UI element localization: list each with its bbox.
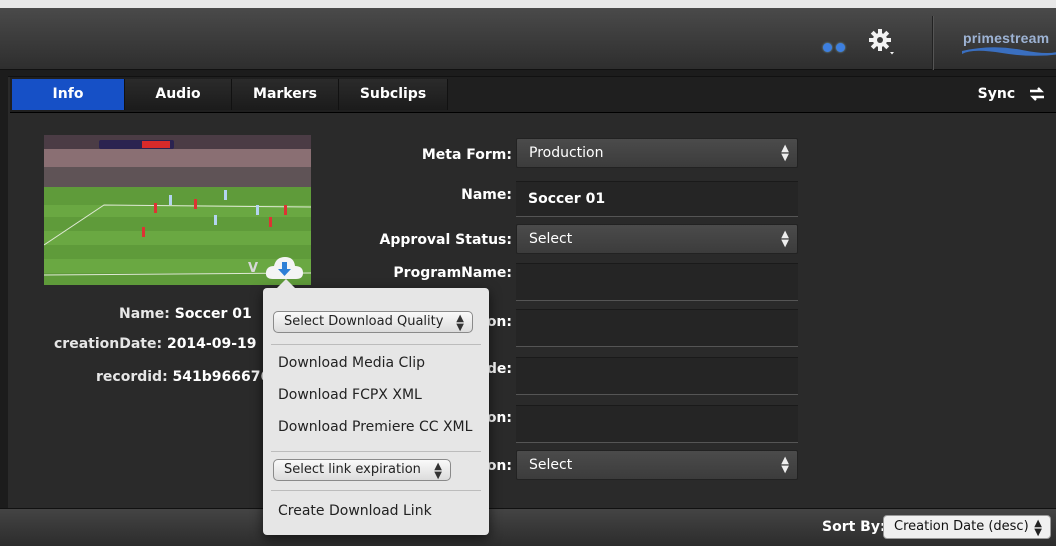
download-premiere-xml-item[interactable]: Download Premiere CC XML [278,419,472,435]
recordid-label: recordid: [96,369,168,385]
creation-date-label: creationDate: [54,336,163,352]
program-name-label: ProgramName: [393,265,512,281]
program-name-field[interactable] [516,263,798,301]
tab-markers[interactable]: Markers [232,79,339,110]
select-arrows-icon: ▲ ▼ [434,461,442,481]
brand-swoosh-icon [962,47,1056,56]
last-select-value: Select [529,457,573,473]
recordid-row: recordid: 541b966676 [96,369,270,385]
meta-form-value: Production [529,145,604,161]
sync-icon [1030,87,1044,101]
download-media-clip-item[interactable]: Download Media Clip [278,355,425,371]
tab-audio[interactable]: Audio [125,79,232,110]
asset-name-value: Soccer 01 [174,306,252,322]
toolbar-divider [932,16,934,70]
last-select[interactable]: Select ▲ ▼ [516,450,798,480]
gear-icon[interactable] [868,28,896,56]
creation-date-value: 2014-09-19 [166,336,257,352]
name-field[interactable]: Soccer 01 [516,181,798,217]
download-fcpx-xml-item[interactable]: Download FCPX XML [278,387,422,403]
popover-divider [271,344,481,345]
meta-form-select[interactable]: Production ▲ ▼ [516,138,798,168]
text-field-4[interactable] [516,309,798,347]
top-toolbar: primestream [0,0,1056,70]
sort-by-label: Sort By: [822,519,886,535]
select-arrows-icon: ▲ ▼ [781,455,789,475]
creation-date-row: creationDate: 2014-09-19 [54,336,257,352]
asset-name-label: Name: [119,306,170,322]
text-field-6[interactable] [516,405,798,443]
popover-divider [271,490,481,491]
name-label: Name: [461,187,512,203]
select-arrows-icon: ▲ ▼ [781,229,789,249]
select-arrows-icon: ▲ ▼ [456,313,464,333]
sync-label: Sync [977,86,1016,102]
sync-button[interactable]: Sync [978,79,1046,110]
tab-subclips[interactable]: Subclips [339,79,448,110]
select-arrows-icon: ▲ ▼ [1034,518,1042,538]
approval-status-value: Select [529,231,573,247]
popover-arrow [277,279,295,288]
status-dots-icon[interactable] [823,37,849,56]
approval-status-label: Approval Status: [379,232,512,248]
sort-by-select[interactable]: Creation Date (desc) ▲ ▼ [883,515,1051,539]
vimeo-icon[interactable]: V [248,261,258,276]
tab-bar: Info Audio Markers Subclips Sync [10,77,1056,113]
recordid-value: 541b966676 [172,369,271,385]
sort-by-value: Creation Date (desc) [894,519,1029,534]
select-arrows-icon: ▲ ▼ [781,143,789,163]
download-popover: Select Download Quality ▲ ▼ Download Medi… [263,279,489,535]
text-field-5[interactable] [516,357,798,395]
meta-form-label: Meta Form: [421,147,512,163]
tab-info[interactable]: Info [12,79,125,110]
link-expiration-value: Select link expiration [284,462,421,477]
download-quality-select[interactable]: Select Download Quality ▲ ▼ [273,311,473,333]
link-expiration-select[interactable]: Select link expiration ▲ ▼ [273,459,451,481]
popover-divider [271,451,481,452]
approval-status-select[interactable]: Select ▲ ▼ [516,224,798,254]
bottom-bar: Sort By: Creation Date (desc) ▲ ▼ [0,508,1056,546]
main-panel: Info Audio Markers Subclips Sync V Name:… [8,76,1056,509]
download-quality-value: Select Download Quality [284,314,444,329]
asset-name-row: Name: Soccer 01 [119,306,252,322]
create-download-link-item[interactable]: Create Download Link [278,503,432,519]
